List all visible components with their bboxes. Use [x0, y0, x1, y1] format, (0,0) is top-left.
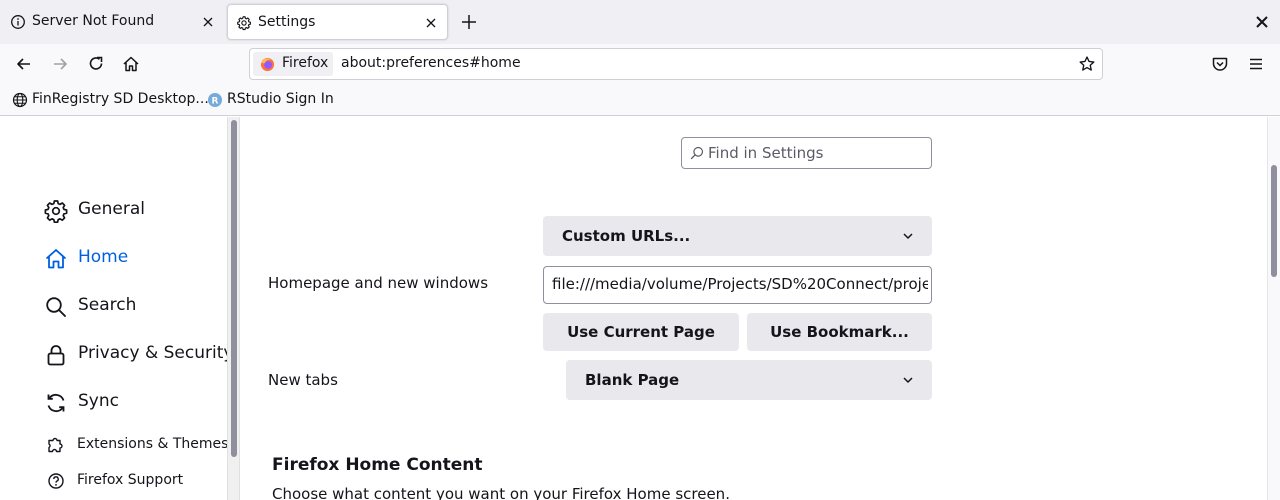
- bookmark-label: RStudio Sign In: [227, 91, 334, 107]
- svg-text:R: R: [212, 97, 219, 107]
- settings-page: General Home Search Privacy & Security S…: [0, 117, 1280, 500]
- new-tabs-select-value: Blank Page: [585, 371, 680, 389]
- bookmarks-toolbar: FinRegistry SD Desktop... R RStudio Sign…: [0, 84, 1280, 116]
- hamburger-menu-icon[interactable]: [1246, 54, 1266, 74]
- content-scrollbar[interactable]: [1267, 117, 1280, 500]
- tab-strip: Server Not Found Settings: [0, 0, 1280, 44]
- settings-search-field[interactable]: [681, 137, 932, 169]
- chevron-down-icon: [902, 230, 914, 242]
- forward-arrow-icon[interactable]: [50, 54, 70, 74]
- pocket-icon[interactable]: [1210, 54, 1230, 74]
- close-icon[interactable]: [423, 15, 439, 31]
- sidebar-item-label: Firefox Support: [77, 472, 184, 488]
- globe-icon: [12, 92, 28, 108]
- star-icon[interactable]: [1078, 55, 1096, 73]
- rstudio-icon: R: [207, 92, 223, 108]
- sidebar-item-label: Privacy & Security: [78, 343, 234, 363]
- sidebar-item-label: Sync: [78, 391, 119, 411]
- identity-box[interactable]: Firefox: [253, 52, 333, 76]
- homepage-url-input[interactable]: [552, 275, 928, 293]
- reload-icon[interactable]: [86, 54, 106, 74]
- search-input[interactable]: [708, 142, 928, 164]
- bookmark-label: FinRegistry SD Desktop...: [32, 91, 209, 107]
- firefox-logo-icon: [260, 57, 275, 72]
- info-icon: [10, 14, 26, 30]
- bookmark-rstudio[interactable]: R RStudio Sign In: [207, 91, 337, 109]
- tab-settings[interactable]: Settings: [227, 4, 448, 40]
- tab-label: Settings: [258, 14, 316, 30]
- homepage-label: Homepage and new windows: [268, 274, 489, 292]
- close-icon[interactable]: [200, 14, 216, 30]
- home-content-description: Choose what content you want on your Fir…: [272, 485, 730, 500]
- window-close-icon[interactable]: [1253, 13, 1271, 31]
- homepage-url-field[interactable]: [543, 266, 932, 304]
- new-tabs-label: New tabs: [268, 371, 338, 389]
- sidebar-scrollbar[interactable]: [227, 117, 240, 500]
- home-icon[interactable]: [121, 54, 141, 74]
- sync-icon: [44, 391, 68, 415]
- search-icon: [44, 295, 68, 319]
- gear-icon: [44, 199, 68, 223]
- chevron-down-icon: [902, 374, 914, 386]
- sidebar-scrollbar-thumb[interactable]: [231, 120, 237, 457]
- homepage-select-value: Custom URLs...: [562, 227, 691, 245]
- lock-icon: [44, 343, 68, 367]
- tab-label: Server Not Found: [32, 13, 155, 29]
- tab-server-not-found[interactable]: Server Not Found: [2, 4, 224, 40]
- bookmark-finregistry[interactable]: FinRegistry SD Desktop...: [12, 91, 209, 109]
- sidebar-item-label: General: [78, 199, 145, 219]
- home-icon: [44, 247, 68, 271]
- url-bar[interactable]: Firefox about:preferences#home: [249, 48, 1103, 80]
- sidebar-item-label: Extensions & Themes: [77, 436, 229, 452]
- navigation-toolbar: Firefox about:preferences#home: [0, 44, 1280, 84]
- search-icon: [690, 146, 704, 160]
- new-tabs-select[interactable]: Blank Page: [566, 360, 932, 400]
- sidebar-item-label: Home: [78, 247, 129, 267]
- homepage-select[interactable]: Custom URLs...: [543, 216, 932, 256]
- use-bookmark-button[interactable]: Use Bookmark...: [747, 313, 932, 351]
- gear-icon: [236, 15, 252, 31]
- content-scrollbar-thumb[interactable]: [1271, 165, 1277, 277]
- back-arrow-icon[interactable]: [14, 54, 34, 74]
- help-icon: [47, 472, 65, 490]
- home-content-heading: Firefox Home Content: [272, 455, 483, 475]
- sidebar-item-label: Search: [78, 295, 137, 315]
- button-label: Use Bookmark...: [770, 323, 909, 341]
- puzzle-icon: [47, 436, 65, 454]
- use-current-page-button[interactable]: Use Current Page: [543, 313, 739, 351]
- identity-label: Firefox: [282, 55, 329, 71]
- button-label: Use Current Page: [567, 323, 715, 341]
- new-tab-plus-icon[interactable]: [459, 12, 479, 32]
- settings-sidebar: General Home Search Privacy & Security S…: [0, 117, 233, 500]
- url-text[interactable]: about:preferences#home: [341, 55, 521, 71]
